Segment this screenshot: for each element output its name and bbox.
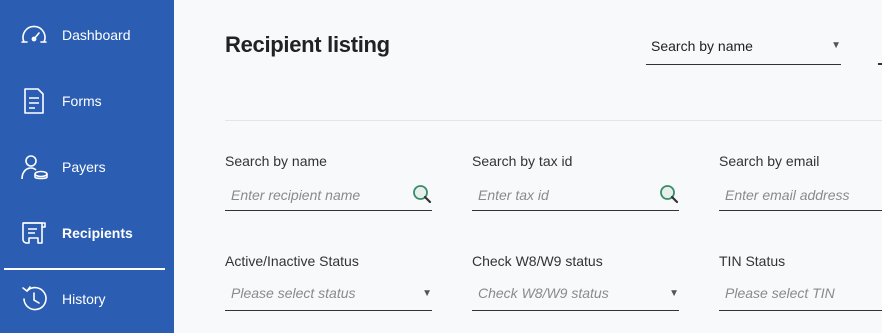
w8w9-placeholder: Check W8/W9 status	[478, 285, 609, 301]
status-label: Active/Inactive Status	[225, 253, 359, 269]
tin-select[interactable]: Please select TIN	[719, 280, 882, 311]
sidebar-item-label: History	[62, 291, 106, 307]
sidebar-item-history[interactable]: History	[0, 266, 174, 332]
receipt-icon	[19, 218, 49, 248]
main-content: Recipient listing Search by name ▼ Searc…	[174, 0, 882, 333]
search-email-field	[719, 180, 882, 211]
search-type-select[interactable]: Search by name ▼	[646, 34, 841, 65]
sidebar-item-label: Payers	[62, 159, 106, 175]
user-coins-icon	[19, 152, 49, 182]
chevron-down-icon: ▼	[669, 288, 679, 299]
search-name-label: Search by name	[225, 153, 327, 169]
search-icon[interactable]	[412, 184, 432, 204]
sidebar-item-forms[interactable]: Forms	[0, 68, 174, 134]
search-email-input[interactable]	[719, 180, 882, 210]
w8w9-select[interactable]: Check W8/W9 status ▼	[472, 280, 679, 311]
search-name-input[interactable]	[225, 180, 432, 210]
divider	[225, 120, 882, 121]
tin-label: TIN Status	[719, 253, 786, 269]
search-tax-input[interactable]	[472, 180, 679, 210]
sidebar-item-label: Recipients	[62, 225, 133, 241]
search-icon[interactable]	[659, 184, 679, 204]
document-icon	[19, 86, 49, 116]
chevron-down-icon: ▼	[422, 288, 432, 299]
search-email-label: Search by email	[719, 153, 820, 169]
chevron-down-icon: ▼	[831, 40, 841, 51]
divider	[878, 63, 882, 65]
status-placeholder: Please select status	[231, 285, 356, 301]
sidebar-item-dashboard[interactable]: Dashboard	[0, 2, 174, 68]
sidebar-item-recipients[interactable]: Recipients	[0, 200, 174, 266]
w8w9-label: Check W8/W9 status	[472, 253, 603, 269]
search-tax-field	[472, 180, 679, 211]
dashboard-icon	[19, 20, 49, 50]
history-icon	[19, 284, 49, 314]
tin-placeholder: Please select TIN	[725, 285, 835, 301]
sidebar-item-label: Dashboard	[62, 27, 131, 43]
status-select[interactable]: Please select status ▼	[225, 280, 432, 311]
search-type-value: Search by name	[651, 38, 753, 54]
page-title: Recipient listing	[225, 32, 390, 57]
search-name-field	[225, 180, 432, 211]
sidebar-item-payers[interactable]: Payers	[0, 134, 174, 200]
sidebar: Dashboard Forms Payers Recipients Histor…	[0, 0, 174, 333]
sidebar-item-label: Forms	[62, 93, 102, 109]
search-tax-label: Search by tax id	[472, 153, 573, 169]
